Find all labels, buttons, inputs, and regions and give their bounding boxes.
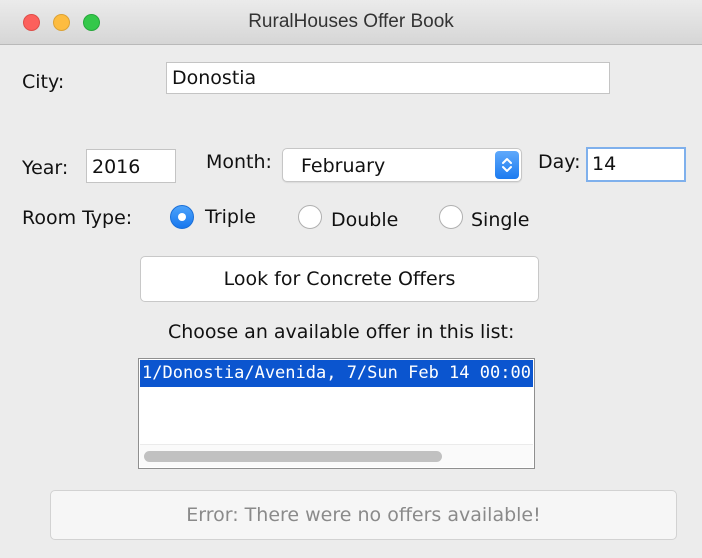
city-label: City:: [22, 71, 65, 93]
month-label: Month:: [206, 151, 272, 173]
title-bar[interactable]: RuralHouses Offer Book: [0, 0, 702, 45]
room-type-single-label[interactable]: Single: [471, 209, 529, 231]
offers-list[interactable]: 1/Donostia/Avenida, 7/Sun Feb 14 00:00:0…: [138, 358, 535, 469]
year-field[interactable]: 2016: [86, 149, 176, 183]
list-item[interactable]: 1/Donostia/Avenida, 7/Sun Feb 14 00:00:0…: [140, 360, 533, 387]
look-for-offers-button[interactable]: Look for Concrete Offers: [140, 256, 539, 302]
app-window: RuralHouses Offer Book City: Donostia Ye…: [0, 0, 702, 558]
room-type-double-label[interactable]: Double: [331, 209, 398, 231]
error-message-field: Error: There were no offers available!: [50, 490, 677, 540]
room-type-triple-radio[interactable]: [170, 205, 194, 229]
horizontal-scrollbar[interactable]: [140, 444, 533, 467]
room-type-triple-label[interactable]: Triple: [205, 206, 256, 228]
offers-prompt: Choose an available offer in this list:: [168, 321, 515, 343]
updown-arrows-icon: [495, 151, 519, 179]
room-type-double-radio[interactable]: [298, 205, 322, 229]
day-field[interactable]: 14: [586, 147, 686, 182]
scrollbar-thumb[interactable]: [144, 451, 442, 462]
room-type-single-radio[interactable]: [439, 205, 463, 229]
window-title: RuralHouses Offer Book: [248, 11, 454, 32]
month-select-value: February: [301, 155, 386, 177]
day-label: Day:: [538, 151, 581, 173]
month-select[interactable]: February: [282, 148, 522, 182]
room-type-label: Room Type:: [22, 207, 133, 229]
city-field[interactable]: Donostia: [166, 62, 610, 94]
year-label: Year:: [22, 157, 69, 179]
